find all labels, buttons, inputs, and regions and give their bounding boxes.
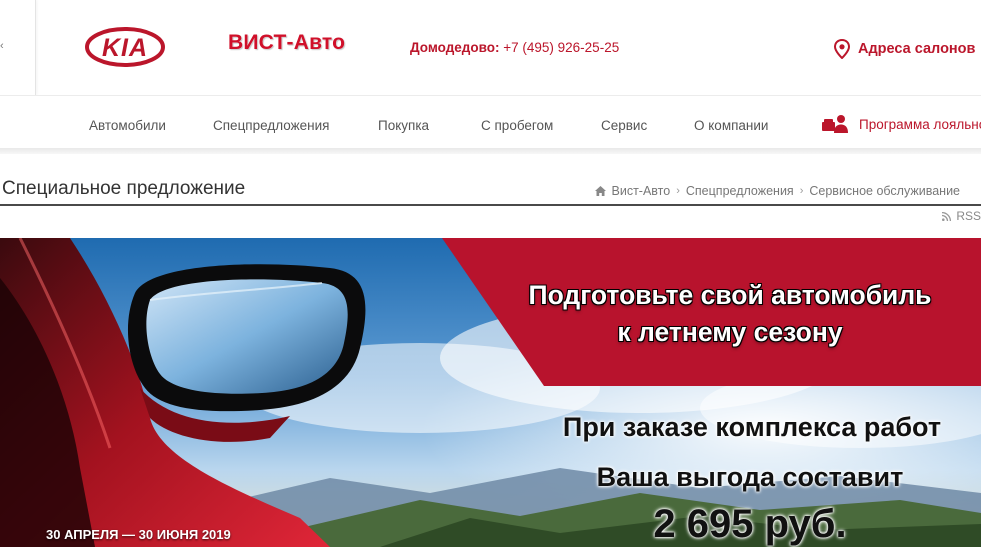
offer-line-2: Ваша выгода составит: [596, 462, 904, 492]
headline-line-2: к летнему сезону: [617, 317, 843, 347]
chevron-left-icon[interactable]: ‹: [0, 40, 4, 52]
phone-city-label: Домодедово:: [410, 40, 500, 55]
offer-dates: 30 АПРЕЛЯ — 30 ИЮНЯ 2019: [46, 527, 231, 542]
svg-text:KIA: KIA: [102, 34, 148, 62]
map-pin-icon: [834, 39, 850, 59]
nav-item-purchase[interactable]: Покупка: [378, 118, 429, 133]
nav-item-service[interactable]: Сервис: [601, 118, 647, 133]
rss-icon: [942, 211, 952, 221]
nav-item-special-offers[interactable]: Спецпредложения: [213, 118, 329, 133]
breadcrumb-current: Сервисное обслуживание: [809, 184, 960, 198]
rss-link[interactable]: RSS: [942, 209, 981, 223]
breadcrumb-separator: ›: [799, 185, 804, 197]
phone-contact[interactable]: Домодедово: +7 (495) 926-25-25: [410, 40, 619, 55]
side-panel-toggle[interactable]: ‹: [0, 0, 36, 95]
nav-divider: [0, 148, 981, 154]
nav-item-cars[interactable]: Автомобили: [89, 118, 166, 133]
title-divider: [0, 204, 981, 206]
breadcrumb-home[interactable]: Вист-Авто: [612, 184, 671, 198]
breadcrumb-separator: ›: [676, 185, 680, 197]
offer-amount: 2 695 руб.: [653, 502, 847, 546]
banner-headline: Подготовьте свой автомобиль к летнему се…: [505, 277, 955, 351]
loyalty-label: Программа лояльности: [859, 116, 981, 132]
site-header: ‹ KIA ВИСТ-Авто Домодедово: +7 (495) 926…: [0, 0, 981, 95]
dealer-name[interactable]: ВИСТ-Авто: [228, 31, 345, 55]
loyalty-program-link[interactable]: Программа лояльности: [821, 114, 981, 134]
kia-logo[interactable]: KIA: [84, 26, 166, 68]
page-title: Специальное предложение: [2, 178, 246, 199]
promo-banner[interactable]: Подготовьте свой автомобиль к летнему се…: [0, 238, 981, 547]
headline-line-1: Подготовьте свой автомобиль: [528, 280, 932, 310]
breadcrumb-special-offers[interactable]: Спецпредложения: [686, 184, 794, 198]
addresses-link[interactable]: Адреса салонов: [834, 39, 975, 59]
phone-number[interactable]: +7 (495) 926-25-25: [503, 40, 619, 55]
nav-item-about[interactable]: О компании: [694, 118, 768, 133]
rss-label: RSS: [956, 209, 981, 223]
loyalty-people-icon: [822, 115, 848, 133]
breadcrumb: Вист-Авто › Спецпредложения › Сервисное …: [594, 184, 960, 198]
main-nav: Автомобили Спецпредложения Покупка С про…: [0, 95, 981, 150]
addresses-label: Адреса салонов: [858, 41, 976, 57]
nav-item-used-cars[interactable]: С пробегом: [481, 118, 553, 133]
offer-line-1: При заказе комплекса работ: [562, 412, 942, 442]
home-icon: [594, 186, 606, 196]
